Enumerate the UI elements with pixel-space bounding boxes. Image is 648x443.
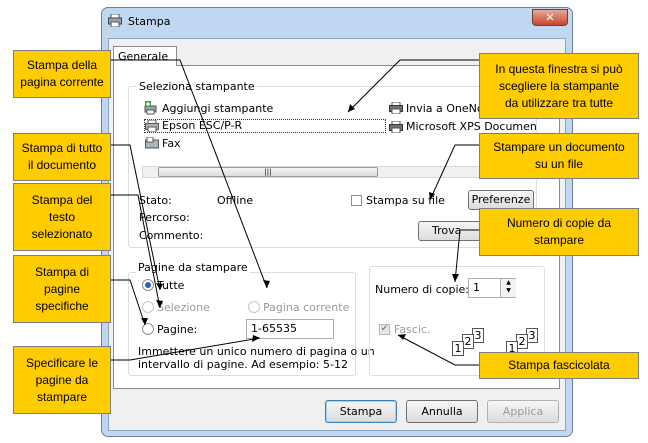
callout-line: Stampa del [31, 192, 93, 207]
callout-line: Numero di copie da [506, 216, 612, 230]
callout-line: scegliere la stampante [498, 78, 620, 93]
callout-selected-text: Stampa del testo selezionato [13, 183, 111, 251]
callout-choose-printer: In questa finestra si può scegliere la st… [479, 53, 639, 119]
callout-collated: Stampa fascicolata [479, 352, 639, 379]
callout-line: specifiche [35, 298, 89, 313]
callout-line: stampare [533, 233, 585, 247]
callout-line: da utilizzare tra tutte [504, 95, 614, 110]
callout-line: Stampare un documento [493, 140, 625, 154]
callout-line: pagine da [35, 372, 89, 387]
callout-line: In questa finestra si può [495, 61, 623, 76]
callout-specify-pages: Specificare le pagine da stampare [13, 346, 111, 414]
callout-line: pagina corrente [20, 75, 104, 89]
callout-all-document: Stampa di tutto il documento [13, 133, 111, 181]
callout-line: pagine [43, 281, 81, 296]
callout-line: Stampa di tutto [21, 141, 103, 155]
callout-print-to-file: Stampare un documento su un file [479, 133, 639, 179]
callout-copies: Numero di copie da stampare [479, 208, 639, 256]
callout-line: Stampa fascicolata [508, 358, 610, 372]
callout-line: Specificare le [25, 355, 99, 370]
callout-line: stampare [36, 389, 87, 404]
callout-line: il documento [27, 158, 97, 172]
callout-line: su un file [534, 157, 583, 171]
callout-current-page: Stampa della pagina corrente [13, 50, 111, 98]
callout-line: selezionato [31, 226, 93, 241]
callout-line: Stampa della [26, 58, 98, 72]
callout-line: Stampa di [34, 264, 90, 279]
callout-line: testo [48, 209, 75, 224]
callout-specific-pages: Stampa di pagine specifiche [13, 255, 111, 323]
